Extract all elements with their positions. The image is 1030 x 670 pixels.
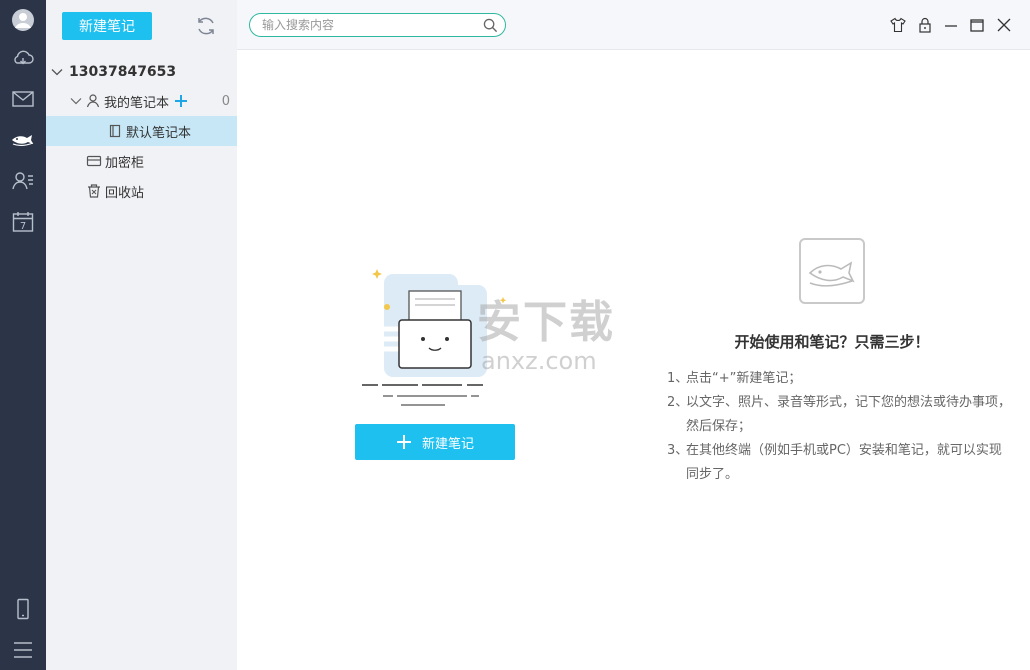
tree-item-default-notebook[interactable]: 默认笔记本 [46,116,237,146]
watermark-url: anxz.com [481,347,597,375]
shirt-icon[interactable] [889,16,907,34]
step-number: 3、 [667,443,689,458]
phone-icon[interactable] [8,594,38,624]
app-sidebar: 7 [0,0,46,670]
my-notebook-label: 我的笔记本 [104,95,170,111]
trash-label: 回收站 [105,185,145,201]
calendar-icon[interactable]: 7 [8,207,38,237]
add-notebook-icon[interactable] [174,94,188,108]
top-bar [237,0,1030,50]
step-text: 在其他终端（例如手机或PC）安装和笔记，就可以实现同步了。 [686,443,1002,482]
step-item: 1、 点击“+”新建笔记； [667,367,1012,391]
safe-label: 加密柜 [105,155,145,171]
fish-logo-icon [808,261,855,287]
tree-item-my-notebook[interactable]: 我的笔记本 0 [46,86,237,116]
calendar-day: 7 [20,221,26,232]
step-text: 点击“+”新建笔记； [686,371,802,386]
notebook-count: 0 [221,93,230,109]
default-notebook-label: 默认笔记本 [126,125,192,141]
watermark-text: 安下载 [477,297,615,348]
chevron-down-icon[interactable] [70,95,82,107]
avatar-icon[interactable] [8,5,38,35]
menu-icon[interactable] [8,635,38,665]
search-box [249,13,506,37]
search-icon[interactable] [483,18,498,33]
app-logo [799,238,865,304]
new-note-main-button[interactable]: 新建笔记 [355,424,515,460]
step-number: 1、 [667,371,689,386]
welcome-title: 开始使用和笔记？只需三步！ [734,333,930,351]
safe-icon [86,155,102,167]
trash-icon [88,184,100,198]
chevron-down-icon[interactable] [51,66,63,78]
minimize-icon[interactable] [942,16,960,34]
user-icon [86,94,100,108]
tree-item-safe[interactable]: 加密柜 [46,146,237,176]
search-input[interactable] [262,16,477,34]
contacts-icon[interactable] [8,166,38,196]
account-label: 13037847653 [69,64,177,80]
cloud-icon[interactable] [8,43,38,73]
step-item: 3、 在其他终端（例如手机或PC）安装和笔记，就可以实现同步了。 [667,439,1012,487]
tree-item-trash[interactable]: 回收站 [46,176,237,206]
notebook-tree-panel: 新建笔记 13037847653 我的笔记本 0 默认笔记本 加密柜 回收站 [46,0,237,670]
mail-icon[interactable] [8,84,38,114]
main-content: 安下载 anxz.com 新建笔记 开始使用和笔记？只需三步！ 1、 点击“+”… [237,51,1030,670]
step-text: 以文字、照片、录音等形式，记下您的想法或待办事项，然后保存； [686,395,1012,434]
notebook-icon [109,124,121,138]
sync-icon[interactable] [194,14,218,38]
step-item: 2、 以文字、照片、录音等形式，记下您的想法或待办事项，然后保存； [667,391,1012,439]
step-number: 2、 [667,395,689,410]
new-note-button[interactable]: 新建笔记 [62,12,152,40]
tree-account-item[interactable]: 13037847653 [46,57,237,87]
maximize-icon[interactable] [968,16,986,34]
fish-icon[interactable] [8,124,38,154]
lock-icon[interactable] [916,16,934,34]
new-note-main-label: 新建笔记 [421,436,474,452]
close-icon[interactable] [995,16,1013,34]
plus-icon [396,435,411,449]
